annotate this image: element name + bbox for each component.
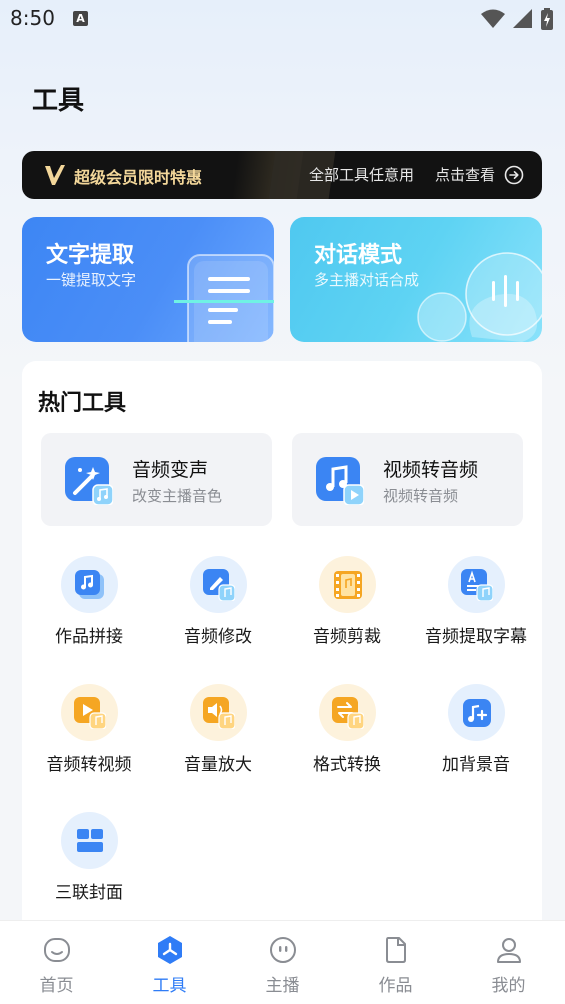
tool-icon-bg xyxy=(190,556,247,613)
chat-bubble-icon xyxy=(417,252,542,342)
tool-add-bgm[interactable]: 加背景音 xyxy=(411,684,541,784)
arrow-right-circle-icon xyxy=(504,165,524,185)
vip-cta-link[interactable]: 点击查看 xyxy=(435,164,495,185)
nav-label: 首页 xyxy=(39,976,74,996)
tool-name: 视频转音频 xyxy=(383,459,479,481)
tool-icon-bg xyxy=(319,556,376,613)
tool-label: 格式转换 xyxy=(313,755,381,775)
document-scan-icon xyxy=(174,254,274,342)
battery-icon xyxy=(541,8,553,30)
tool-label: 加背景音 xyxy=(442,755,510,775)
tool-name: 音频变声 xyxy=(132,459,209,481)
video-to-audio-tool[interactable]: 视频转音频 视频转音频 xyxy=(292,433,523,526)
card-subtitle: 一键提取文字 xyxy=(46,271,137,289)
nav-home[interactable]: 首页 xyxy=(0,921,113,1004)
status-time: 8:50 xyxy=(10,6,55,30)
tool-icon-bg xyxy=(61,684,118,741)
vip-description: 全部工具任意用 xyxy=(309,166,415,184)
voice-change-tool[interactable]: 音频变声 改变主播音色 xyxy=(41,433,272,526)
tool-label: 音频修改 xyxy=(184,627,252,647)
status-bar: 8:50 A xyxy=(0,0,565,40)
profile-icon xyxy=(497,938,521,963)
page-title: 工具 xyxy=(32,86,85,116)
tool-works-merge[interactable]: 作品拼接 xyxy=(24,556,154,656)
home-icon xyxy=(44,938,70,962)
signal-icon xyxy=(513,9,532,28)
tool-icon-bg xyxy=(61,556,118,613)
music-stack-icon xyxy=(75,570,104,599)
vip-logo-icon xyxy=(45,165,65,185)
tool-label: 作品拼接 xyxy=(55,627,123,647)
triptych-cover-icon xyxy=(77,829,103,852)
notification-a-icon: A xyxy=(73,11,88,26)
tool-audio-subtitle[interactable]: 音频提取字幕 xyxy=(411,556,541,656)
card-title: 对话模式 xyxy=(314,243,403,268)
tool-triptych-cover[interactable]: 三联封面 xyxy=(24,812,154,912)
tool-label: 音量放大 xyxy=(184,755,252,775)
convert-music-icon xyxy=(332,697,364,729)
magic-wand-music-icon xyxy=(65,457,113,505)
nav-works[interactable]: 作品 xyxy=(339,921,452,1004)
subtitle-music-icon xyxy=(461,569,493,601)
tool-icon-bg xyxy=(319,684,376,741)
text-extract-card[interactable]: 文字提取 一键提取文字 xyxy=(22,217,274,342)
anchor-icon xyxy=(270,937,296,963)
nav-anchor[interactable]: 主播 xyxy=(226,921,339,1004)
card-title: 文字提取 xyxy=(46,243,135,268)
tool-icon-bg xyxy=(448,684,505,741)
tool-icon-bg xyxy=(190,684,247,741)
tool-audio-cut[interactable]: 音频剪裁 xyxy=(282,556,412,656)
vip-title: 超级会员限时特惠 xyxy=(74,168,203,187)
vip-banner[interactable]: 超级会员限时特惠 全部工具任意用 点击查看 xyxy=(22,151,542,199)
nav-label: 主播 xyxy=(265,976,300,996)
nav-profile[interactable]: 我的 xyxy=(452,921,565,1004)
tool-subtitle: 改变主播音色 xyxy=(132,487,223,505)
wifi-icon xyxy=(481,9,505,28)
add-music-icon xyxy=(463,699,491,727)
card-subtitle: 多主播对话合成 xyxy=(314,271,420,289)
tool-label: 音频提取字幕 xyxy=(425,627,527,647)
tool-label: 音频转视频 xyxy=(46,755,132,775)
tool-label: 音频剪裁 xyxy=(313,627,381,647)
nav-tools[interactable]: 工具 xyxy=(113,921,226,1004)
tool-icon-bg xyxy=(448,556,505,613)
play-music-icon xyxy=(74,697,106,729)
edit-music-icon xyxy=(203,569,235,601)
tool-label: 三联封面 xyxy=(55,883,123,903)
nav-label: 我的 xyxy=(491,976,526,996)
tool-subtitle: 视频转音频 xyxy=(383,487,459,505)
tool-audio-edit[interactable]: 音频修改 xyxy=(153,556,283,656)
film-music-icon xyxy=(334,571,362,599)
nav-label: 工具 xyxy=(152,976,187,996)
tools-icon xyxy=(158,936,182,964)
works-icon xyxy=(386,937,406,963)
bottom-nav: 首页 工具 主播 作品 我的 xyxy=(0,920,565,1004)
tool-format-convert[interactable]: 格式转换 xyxy=(282,684,412,784)
status-icons xyxy=(481,8,553,30)
volume-music-icon xyxy=(203,697,235,729)
dialog-mode-card[interactable]: 对话模式 多主播对话合成 xyxy=(290,217,542,342)
tool-icon-bg xyxy=(61,812,118,869)
music-video-icon xyxy=(316,457,364,505)
nav-label: 作品 xyxy=(378,976,413,996)
hot-tools-panel: 热门工具 音频变声 改变主播音色 视频转音频 视频转音频 作品拼接 音频修改 音… xyxy=(22,361,542,981)
tool-audio-to-video[interactable]: 音频转视频 xyxy=(24,684,154,784)
section-title: 热门工具 xyxy=(38,391,127,416)
tool-volume-boost[interactable]: 音量放大 xyxy=(153,684,283,784)
